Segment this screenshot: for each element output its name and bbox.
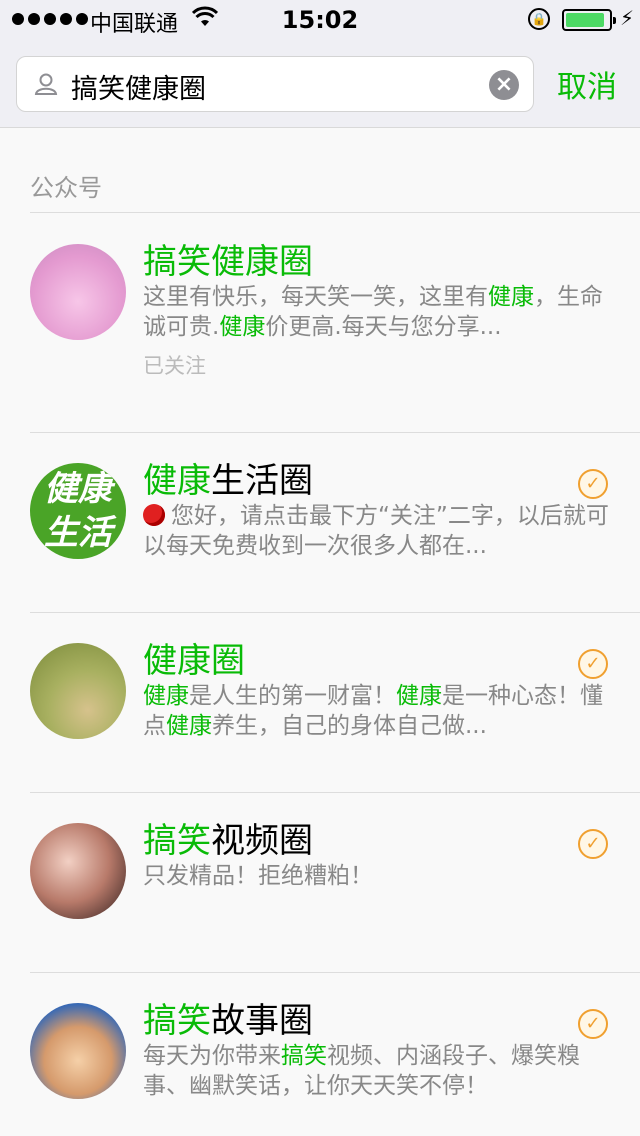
- name-rest: 故事圈: [211, 1001, 313, 1041]
- result-item[interactable]: 搞笑视频圈 ✓ 只发精品！拒绝糟粕！: [0, 793, 640, 973]
- avatar: [30, 643, 126, 739]
- name-highlight: 搞笑健康圈: [143, 242, 313, 282]
- avatar: [30, 244, 126, 340]
- search-header: 中国联通 15:02 🔒 ⚡ 搞笑健康圈 × 取消: [0, 0, 640, 128]
- account-search-icon: [34, 73, 58, 95]
- check-icon[interactable]: ✓: [578, 1009, 608, 1039]
- check-icon[interactable]: ✓: [578, 469, 608, 499]
- avatar: [30, 1003, 126, 1099]
- cancel-button[interactable]: 取消: [557, 62, 617, 106]
- result-item[interactable]: 健康生活 健康生活圈 ✓ 您好，请点击最下方“关注”二字，以后就可以每天免费收到…: [0, 433, 640, 613]
- name-rest: 视频圈: [211, 821, 313, 861]
- name-highlight: 健康圈: [143, 641, 245, 681]
- check-icon[interactable]: ✓: [578, 649, 608, 679]
- battery-icon: [562, 9, 616, 31]
- followed-label: 已关注: [143, 354, 206, 378]
- result-item[interactable]: 搞笑健康圈 这里有快乐，每天笑一笑，这里有健康，生命诚可贵.健康价更高.每天与您…: [0, 214, 640, 394]
- charging-bolt-icon: ⚡: [620, 6, 635, 30]
- rotation-lock-icon: 🔒: [528, 8, 550, 30]
- result-name: 搞笑故事圈: [143, 993, 313, 1042]
- check-icon[interactable]: ✓: [578, 829, 608, 859]
- red-dot-icon: [143, 504, 165, 526]
- search-input[interactable]: 搞笑健康圈 ×: [16, 56, 534, 112]
- result-description: 每天为你带来搞笑视频、内涵段子、爆笑糗事、幽默笑话，让你天天笑不停！: [143, 1043, 580, 1099]
- name-rest: 生活圈: [211, 461, 313, 501]
- name-highlight: 搞笑: [143, 1001, 211, 1041]
- result-item[interactable]: 搞笑故事圈 ✓ 每天为你带来搞笑视频、内涵段子、爆笑糗事、幽默笑话，让你天天笑不…: [0, 973, 640, 1136]
- search-query: 搞笑健康圈: [71, 74, 206, 105]
- name-highlight: 搞笑: [143, 821, 211, 861]
- result-name: 健康生活圈: [143, 453, 313, 502]
- result-description: 这里有快乐，每天笑一笑，这里有健康，生命诚可贵.健康价更高.每天与您分享...: [143, 284, 603, 340]
- result-description: 您好，请点击最下方“关注”二字，以后就可以每天免费收到一次很多人都在...: [143, 503, 609, 559]
- status-bar: 中国联通 15:02 🔒 ⚡: [0, 0, 640, 40]
- result-name: 健康圈: [143, 633, 245, 682]
- result-description: 只发精品！拒绝糟粕！: [143, 863, 373, 889]
- avatar: [30, 823, 126, 919]
- clear-icon[interactable]: ×: [489, 70, 519, 100]
- result-name: 搞笑健康圈: [143, 234, 313, 283]
- avatar: 健康生活: [30, 463, 126, 559]
- section-title: 公众号: [30, 174, 102, 202]
- name-highlight: 健康: [143, 461, 211, 501]
- avatar-text: 健康生活: [44, 469, 112, 553]
- result-item[interactable]: 健康圈 ✓ 健康是人生的第一财富！健康是一种心态！懂点健康养生，自己的身体自己做…: [0, 613, 640, 793]
- divider: [30, 212, 640, 213]
- result-name: 搞笑视频圈: [143, 813, 313, 862]
- result-description: 健康是人生的第一财富！健康是一种心态！懂点健康养生，自己的身体自己做...: [143, 683, 603, 739]
